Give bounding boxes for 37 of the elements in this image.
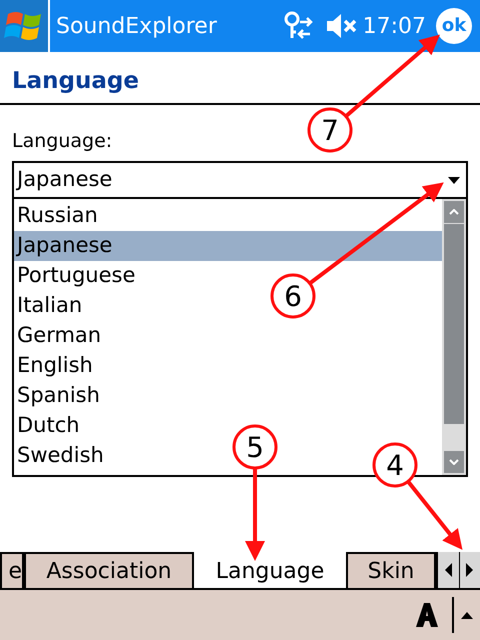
list-option[interactable]: Japanese [17,230,112,262]
selected-row-highlight[interactable]: Japanese [14,231,442,261]
scroll-up-button[interactable] [444,201,464,223]
tab[interactable]: e [0,552,24,588]
annotation-arrow [407,480,462,550]
list-option[interactable]: German [17,320,102,352]
ok-button[interactable]: ok [436,8,472,44]
scroll-down-button[interactable] [444,451,464,473]
callout-number: 6 [270,274,316,318]
list-option[interactable]: Russian [17,200,98,232]
list-option[interactable]: Italian [17,290,82,322]
callout-number: 4 [372,442,418,488]
up-triangle-icon [461,612,473,618]
list-option[interactable]: English [17,350,93,382]
field-label: Language: [12,128,112,154]
list-option[interactable]: Spanish [17,380,100,412]
right-triangle-icon [466,563,474,577]
callout-number: 5 [232,424,278,470]
start-button[interactable] [0,0,50,52]
scrollbar-thumb[interactable] [444,224,464,424]
up-chevron-icon [449,209,459,215]
list-option[interactable]: Swedish [17,440,104,472]
clock[interactable]: 17:07 [362,10,426,42]
callout-number: 7 [308,108,352,152]
list-option[interactable]: Portuguese [17,260,136,292]
window-title: SoundExplorer [56,12,218,40]
tab[interactable]: Association [24,552,194,588]
left-triangle-icon [444,563,452,577]
down-chevron-icon [449,459,459,465]
list-option[interactable]: Dutch [17,410,80,442]
input-method-icon[interactable] [416,603,438,627]
caret-icon [448,176,460,184]
tab[interactable]: Skin [346,552,436,588]
page-heading: Language [0,52,480,104]
scrollbar[interactable] [442,199,466,475]
speaker-muted-icon[interactable] [324,12,357,40]
language-dropdown[interactable]: Japanese [12,161,468,199]
